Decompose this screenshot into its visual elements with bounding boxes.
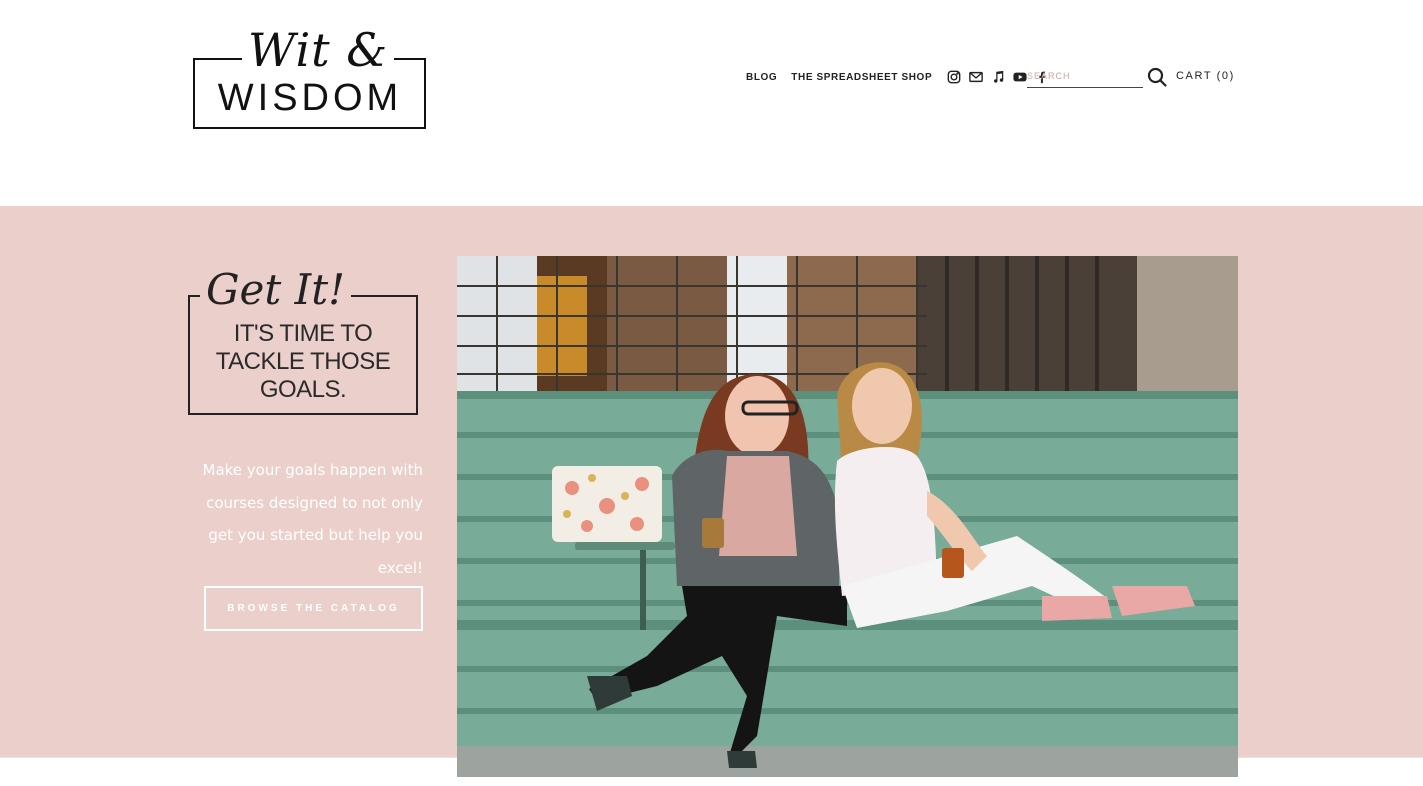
badge-line-1: IT'S TIME TO: [233, 320, 373, 347]
search-icon[interactable]: [1146, 66, 1168, 88]
hero-description: Make your goals happen with courses desi…: [202, 461, 424, 577]
nav-spreadsheet-shop[interactable]: THE SPREADSHEET SHOP: [791, 72, 932, 83]
hero-photo: [457, 256, 1238, 777]
mail-icon[interactable]: [968, 69, 984, 85]
badge-line-2: TACKLE THOSE: [215, 348, 391, 375]
music-icon[interactable]: [990, 69, 1006, 85]
search-input[interactable]: [1027, 66, 1139, 86]
site-header: Wit & WISDOM BLOG THE SPREADSHEET SHOP S…: [0, 0, 1423, 206]
badge-line-3: GOALS.: [259, 376, 347, 403]
logo-script-text: Wit &: [242, 20, 395, 80]
badge-tagline: IT'S TIME TO TACKLE THOSE GOALS.: [188, 320, 418, 404]
hero-badge: Get It! IT'S TIME TO TACKLE THOSE GOALS.: [188, 262, 420, 416]
nav-blog[interactable]: BLOG: [746, 72, 777, 83]
search-field: [1027, 66, 1143, 88]
browse-catalog-button[interactable]: BROWSE THE CATALOG: [204, 586, 423, 631]
site-logo[interactable]: Wit & WISDOM: [192, 20, 428, 132]
cart-link[interactable]: CART (0): [1176, 70, 1235, 82]
logo-wordmark: WISDOM: [217, 77, 403, 119]
badge-script-heading: Get It!: [200, 262, 351, 318]
instagram-icon[interactable]: [946, 69, 962, 85]
main-nav: BLOG THE SPREADSHEET SHOP CART: [746, 62, 1233, 92]
youtube-icon[interactable]: [1012, 69, 1028, 85]
